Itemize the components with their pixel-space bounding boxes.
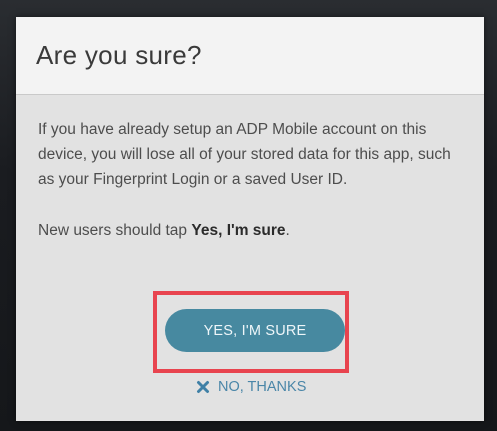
dialog-title: Are you sure?	[36, 40, 202, 70]
new-users-prefix: New users should tap	[38, 222, 192, 239]
x-icon	[196, 380, 210, 394]
no-thanks-label: NO, THANKS	[218, 379, 307, 395]
dialog-header: Are you sure?	[16, 17, 484, 95]
dialog-body: If you have already setup an ADP Mobile …	[16, 95, 484, 243]
confirmation-dialog: Are you sure? If you have already setup …	[16, 17, 484, 421]
yes-im-sure-button[interactable]: YES, I'M SURE	[165, 309, 345, 352]
new-users-emphasis: Yes, I'm sure	[191, 222, 286, 239]
dialog-message: If you have already setup an ADP Mobile …	[38, 121, 451, 188]
new-users-suffix: .	[285, 222, 290, 239]
no-thanks-link[interactable]: NO, THANKS	[196, 377, 306, 397]
new-users-instruction: New users should tap Yes, I'm sure.	[38, 218, 462, 243]
